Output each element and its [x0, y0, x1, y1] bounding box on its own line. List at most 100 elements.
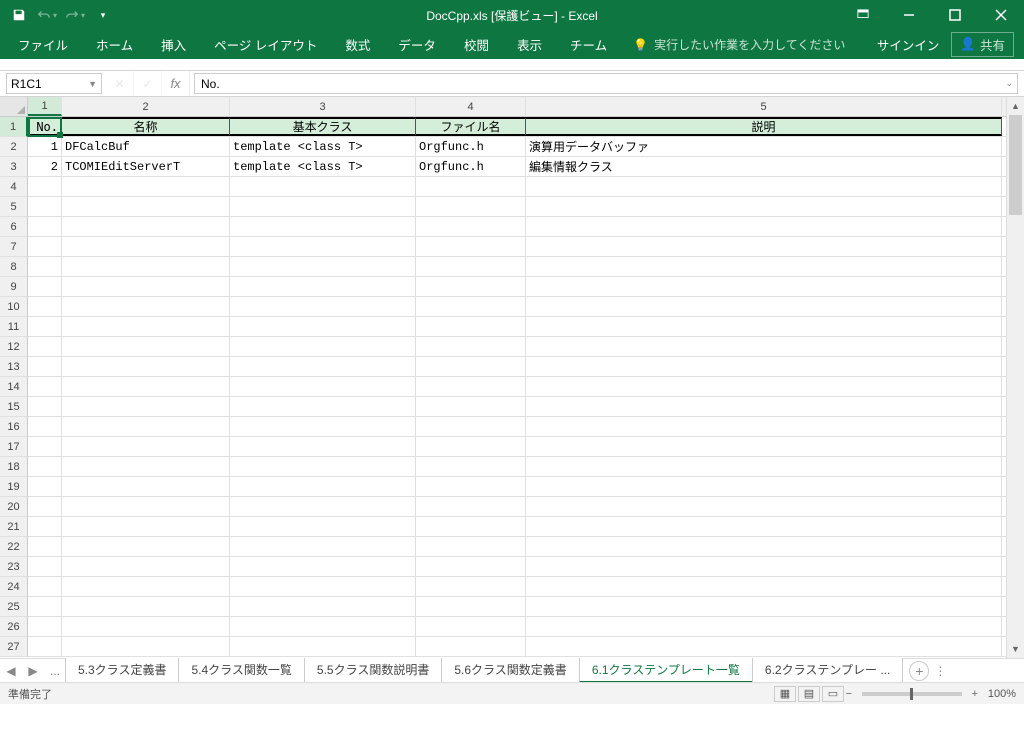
ribbon-tab-insert[interactable]: 挿入: [147, 30, 200, 59]
cell[interactable]: [28, 457, 62, 476]
cell[interactable]: [62, 537, 230, 556]
cell[interactable]: [230, 457, 416, 476]
header-base[interactable]: 基本クラス: [230, 117, 416, 136]
cell[interactable]: [416, 437, 526, 456]
cell[interactable]: [28, 377, 62, 396]
cell[interactable]: [230, 217, 416, 236]
cell[interactable]: [416, 577, 526, 596]
formula-expand-icon[interactable]: ⌄: [1005, 78, 1013, 89]
cell[interactable]: [62, 497, 230, 516]
cell[interactable]: [526, 457, 1002, 476]
cell[interactable]: [526, 417, 1002, 436]
row-header[interactable]: 1: [0, 117, 28, 137]
row-header[interactable]: 21: [0, 517, 28, 537]
cell[interactable]: [526, 337, 1002, 356]
col-header-4[interactable]: 4: [416, 97, 526, 116]
signin-link[interactable]: サインイン: [877, 35, 940, 54]
col-header-2[interactable]: 2: [62, 97, 230, 116]
row-header[interactable]: 11: [0, 317, 28, 337]
cell[interactable]: [416, 477, 526, 496]
cell[interactable]: [62, 577, 230, 596]
row-header[interactable]: 7: [0, 237, 28, 257]
header-file[interactable]: ファイル名: [416, 117, 526, 136]
cell[interactable]: [62, 457, 230, 476]
maximize-icon[interactable]: [932, 0, 978, 30]
chevron-down-icon[interactable]: ▼: [88, 79, 97, 89]
cell[interactable]: [526, 557, 1002, 576]
zoom-out-button[interactable]: −: [842, 688, 856, 700]
cell[interactable]: [230, 237, 416, 256]
cell[interactable]: [230, 597, 416, 616]
cell[interactable]: [230, 577, 416, 596]
cell[interactable]: [416, 297, 526, 316]
cell[interactable]: [526, 477, 1002, 496]
insert-function-button[interactable]: fx: [162, 71, 190, 96]
cell[interactable]: [416, 237, 526, 256]
cell[interactable]: [526, 577, 1002, 596]
cell[interactable]: [62, 477, 230, 496]
cell[interactable]: [526, 617, 1002, 636]
row-header[interactable]: 15: [0, 397, 28, 417]
cell[interactable]: Orgfunc.h: [416, 157, 526, 176]
cell[interactable]: [416, 337, 526, 356]
cell[interactable]: [526, 517, 1002, 536]
cell[interactable]: [416, 377, 526, 396]
cell[interactable]: [526, 177, 1002, 196]
page-break-view-icon[interactable]: ▭: [822, 686, 844, 702]
cell[interactable]: [62, 397, 230, 416]
cell[interactable]: [62, 237, 230, 256]
ribbon-tab-review[interactable]: 校閲: [450, 30, 503, 59]
cell[interactable]: 1: [28, 137, 62, 156]
cell[interactable]: [526, 277, 1002, 296]
cell[interactable]: [230, 437, 416, 456]
header-desc[interactable]: 説明: [526, 117, 1002, 136]
tab-nav-next-icon[interactable]: ▶: [22, 664, 44, 678]
row-header[interactable]: 5: [0, 197, 28, 217]
cell[interactable]: [526, 537, 1002, 556]
row-header[interactable]: 19: [0, 477, 28, 497]
cell[interactable]: [62, 557, 230, 576]
row-header[interactable]: 16: [0, 417, 28, 437]
cell[interactable]: [62, 337, 230, 356]
cell[interactable]: [62, 417, 230, 436]
cell[interactable]: [416, 557, 526, 576]
scroll-down-icon[interactable]: ▼: [1007, 640, 1024, 658]
formula-input[interactable]: No. ⌄: [194, 73, 1018, 94]
sheet-tab[interactable]: 6.2クラステンプレー ...: [752, 658, 903, 683]
redo-icon[interactable]: ▾: [64, 4, 86, 26]
cell[interactable]: [526, 397, 1002, 416]
scroll-thumb[interactable]: [1009, 115, 1022, 215]
cell[interactable]: [526, 257, 1002, 276]
row-header[interactable]: 12: [0, 337, 28, 357]
cell[interactable]: [28, 237, 62, 256]
sheet-tab[interactable]: 5.3クラス定義書: [65, 658, 179, 683]
col-header-3[interactable]: 3: [230, 97, 416, 116]
cell[interactable]: template <class T>: [230, 157, 416, 176]
cell[interactable]: [526, 237, 1002, 256]
cell[interactable]: template <class T>: [230, 137, 416, 156]
sheet-tab[interactable]: 5.6クラス関数定義書: [441, 658, 579, 683]
cell[interactable]: [230, 257, 416, 276]
cell[interactable]: [230, 477, 416, 496]
zoom-in-button[interactable]: +: [968, 688, 982, 700]
vertical-scrollbar[interactable]: ▲ ▼: [1006, 97, 1024, 658]
cell[interactable]: [416, 397, 526, 416]
cell[interactable]: [28, 537, 62, 556]
cell[interactable]: [28, 297, 62, 316]
cell[interactable]: [416, 197, 526, 216]
tell-me-search[interactable]: 💡 実行したい作業を入力してください: [621, 36, 845, 53]
ribbon-display-icon[interactable]: [840, 0, 886, 30]
cell[interactable]: [416, 177, 526, 196]
row-header[interactable]: 25: [0, 597, 28, 617]
cell[interactable]: [230, 537, 416, 556]
cell[interactable]: [28, 497, 62, 516]
header-name[interactable]: 名称: [62, 117, 230, 136]
tab-nav-prev-icon[interactable]: ◀: [0, 664, 22, 678]
cell[interactable]: [416, 277, 526, 296]
cell[interactable]: [230, 397, 416, 416]
row-header[interactable]: 24: [0, 577, 28, 597]
ribbon-tab-data[interactable]: データ: [384, 30, 450, 59]
cell[interactable]: [230, 317, 416, 336]
cell[interactable]: [526, 197, 1002, 216]
cell[interactable]: [230, 357, 416, 376]
